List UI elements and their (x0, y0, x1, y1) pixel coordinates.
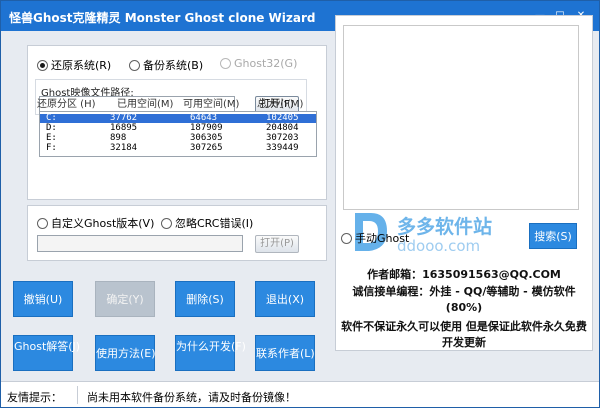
cell-used: 898 (110, 133, 127, 143)
cell-free: 187909 (190, 123, 223, 133)
ignore-crc-radio-dot[interactable] (161, 217, 172, 229)
preview-box (343, 25, 579, 210)
cell-drive: C: (46, 113, 57, 123)
partition-headers: 还原分区 (H) 已用空间(M) 可用空间(M) 总大小(M) (37, 95, 317, 110)
custom-ghost-label[interactable]: 自定义Ghost版本(V) (51, 215, 154, 231)
window-title: 怪兽Ghost克隆精灵 Monster Ghost clone Wizard (9, 11, 316, 25)
cell-total: 339449 (266, 143, 299, 153)
watermark-url: ddooo.com (397, 237, 480, 255)
usage-button[interactable]: 使用方法(E) (95, 335, 156, 371)
why-develop-button[interactable]: 为什么开发(F) (175, 335, 246, 371)
cell-total: 204804 (266, 123, 299, 133)
custom-ghost-radio-dot[interactable] (37, 217, 48, 229)
watermark-text: 多多软件站 (397, 215, 492, 238)
exit-button[interactable]: 退出(X) (255, 281, 315, 317)
partition-row-c[interactable]: C: 37762 64643 102405 (40, 114, 316, 123)
restore-radio-dot[interactable] (37, 59, 48, 71)
status-label: 友情提示： (7, 391, 62, 404)
cell-used: 37762 (110, 113, 138, 123)
status-message: 尚未用本软件备份系统，请及时备份镜像！ (87, 391, 296, 404)
custom-ghost-path-input[interactable] (37, 235, 243, 252)
search-button[interactable]: 搜索(S) (529, 223, 577, 249)
confirm-button: 确定(Y) (95, 281, 155, 317)
custom-ghost-radio[interactable]: 自定义Ghost版本(V) (37, 215, 154, 231)
cell-drive: F: (46, 143, 57, 153)
contact-author-button[interactable]: 联系作者(L) (255, 335, 315, 371)
restore-radio-label[interactable]: 还原系统(R) (51, 57, 111, 73)
cell-total: 307203 (266, 133, 299, 143)
header-free[interactable]: 可用空间(M) (183, 95, 239, 110)
cell-used: 32184 (110, 143, 138, 153)
header-partition[interactable]: 还原分区 (H) (37, 95, 96, 110)
manual-ghost-label[interactable]: 手动Ghost (355, 230, 409, 246)
cell-drive: E: (46, 133, 57, 143)
restore-radio[interactable]: 还原系统(R) (37, 57, 111, 73)
partition-row-f[interactable]: F: 32184 307265 339449 (40, 144, 316, 153)
cell-free: 306305 (190, 133, 223, 143)
ghost32-radio-label: Ghost32(G) (234, 57, 298, 70)
app-window: 怪兽Ghost克隆精灵 Monster Ghost clone Wizard —… (0, 0, 600, 408)
partition-row-d[interactable]: D: 16895 187909 204804 (40, 124, 316, 133)
status-divider (77, 386, 78, 404)
status-bar: 友情提示： 尚未用本软件备份系统，请及时备份镜像！ (1, 381, 599, 407)
service-text: 诚信接单编程：外挂 - QQ/等辅助 - 模仿软件(80%) (352, 285, 576, 314)
manual-ghost-radio-dot[interactable] (341, 232, 352, 244)
ghost-answer-button[interactable]: Ghost解答(J) (13, 335, 80, 371)
cell-used: 16895 (110, 123, 138, 133)
cell-free: 307265 (190, 143, 223, 153)
manual-ghost-radio[interactable]: 手动Ghost (341, 230, 409, 246)
partition-list[interactable]: C: 37762 64643 102405 D: 16895 187909 20… (39, 111, 317, 157)
backup-radio-dot[interactable] (129, 59, 140, 71)
backup-radio[interactable]: 备份系统(B) (129, 57, 203, 73)
cell-drive: D: (46, 123, 57, 133)
backup-radio-label[interactable]: 备份系统(B) (143, 57, 203, 73)
partition-row-e[interactable]: E: 898 306305 307203 (40, 134, 316, 143)
note-text: 软件不保证永久可以使用 但是保证此软件永久免费开发更新 (341, 320, 587, 349)
ignore-crc-label[interactable]: 忽略CRC错误(I) (175, 215, 253, 231)
ghost32-radio: Ghost32(G) (220, 57, 297, 70)
author-email: 作者邮箱：1635091563@QQ.COM (367, 268, 561, 281)
header-total[interactable]: 总大小(M) (257, 95, 303, 110)
cell-free: 64643 (190, 113, 218, 123)
ghost32-radio-dot (220, 58, 231, 69)
header-used[interactable]: 已用空间(M) (117, 95, 173, 110)
delete-button[interactable]: 删除(S) (175, 281, 235, 317)
ignore-crc-radio[interactable]: 忽略CRC错误(I) (161, 215, 253, 231)
undo-button[interactable]: 撤销(U) (13, 281, 73, 317)
cell-total: 102405 (266, 113, 299, 123)
open-custom-button: 打开(P) (255, 235, 299, 253)
